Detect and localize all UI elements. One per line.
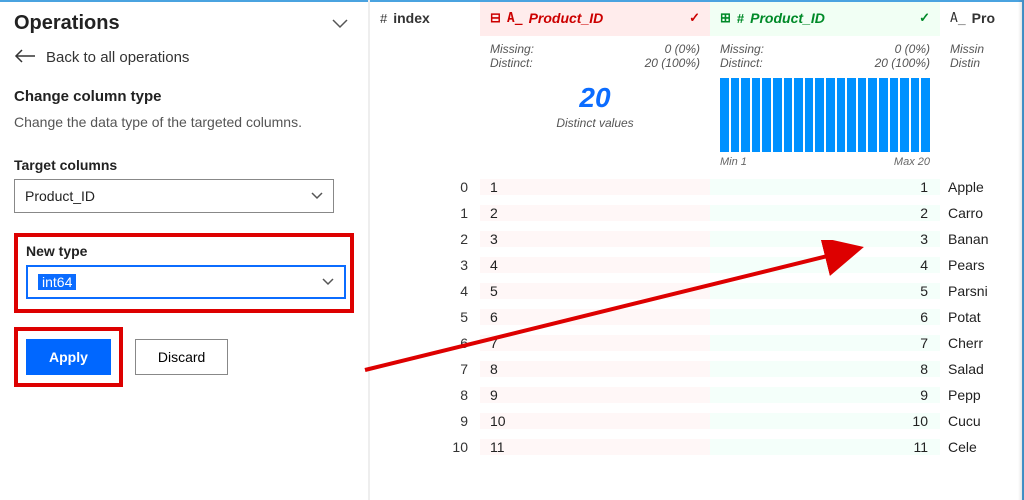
minus-box-icon: ⊟: [490, 10, 501, 26]
cell-index: 7: [370, 361, 480, 377]
cell-old: 4: [480, 257, 710, 273]
numeric-type-icon: #: [737, 11, 744, 26]
column-header-new[interactable]: ⊞ # Product_ID ✓: [710, 0, 940, 36]
stats-old-column: Missing:0 (0%) Distinct:20 (100%) 20 Dis…: [480, 36, 710, 174]
collapse-chevron-icon[interactable]: [330, 14, 350, 34]
cell-product: Apple: [940, 179, 1020, 195]
cell-product: Pepp: [940, 387, 1020, 403]
section-desc: Change the data type of the targeted col…: [14, 113, 350, 133]
discard-button[interactable]: Discard: [135, 339, 228, 375]
new-type-value: int64: [38, 274, 76, 290]
column-header-old[interactable]: ⊟ A̲ Product_ID ✓: [480, 0, 710, 36]
cell-product: Banan: [940, 231, 1020, 247]
text-type-icon: A̲: [950, 11, 966, 26]
cell-old: 10: [480, 413, 710, 429]
cell-old: 9: [480, 387, 710, 403]
highlight-apply: Apply: [14, 327, 123, 387]
table-row[interactable]: 899Pepp: [370, 382, 1024, 408]
table-row[interactable]: 122Carro: [370, 200, 1024, 226]
target-columns-label: Target columns: [14, 157, 350, 173]
cell-index: 10: [370, 439, 480, 455]
table-row[interactable]: 91010Cucu: [370, 408, 1024, 434]
operations-panel: Operations Back to all operations Change…: [0, 0, 370, 500]
cell-new: 7: [710, 335, 940, 351]
cell-product: Potat: [940, 309, 1020, 325]
cell-new: 4: [710, 257, 940, 273]
cell-old: 6: [480, 309, 710, 325]
column-header-label: Pro: [972, 10, 995, 26]
back-arrow-icon: [14, 49, 36, 66]
cell-new: 9: [710, 387, 940, 403]
numeric-type-icon: #: [380, 11, 387, 26]
table-row[interactable]: 455Parsni: [370, 278, 1024, 304]
cell-new: 11: [710, 439, 940, 455]
panel-title: Operations: [14, 12, 120, 35]
column-header-index[interactable]: # index: [370, 10, 480, 26]
cell-product: Pears: [940, 257, 1020, 273]
new-type-label: New type: [26, 243, 342, 259]
cell-new: 5: [710, 283, 940, 299]
back-link[interactable]: Back to all operations: [14, 49, 350, 66]
table-row[interactable]: 566Potat: [370, 304, 1024, 330]
new-type-select[interactable]: int64: [26, 265, 346, 299]
cell-index: 5: [370, 309, 480, 325]
cell-index: 4: [370, 283, 480, 299]
highlight-new-type: New type int64: [14, 233, 354, 313]
cell-old: 2: [480, 205, 710, 221]
cell-old: 8: [480, 361, 710, 377]
cell-old: 7: [480, 335, 710, 351]
check-icon: ✓: [919, 10, 930, 26]
check-icon: ✓: [689, 10, 700, 26]
column-header-label: Product_ID: [750, 10, 825, 26]
plus-box-icon: ⊞: [720, 10, 731, 26]
target-columns-value: Product_ID: [25, 188, 95, 204]
target-columns-select[interactable]: Product_ID: [14, 179, 334, 213]
cell-new: 3: [710, 231, 940, 247]
cell-index: 0: [370, 179, 480, 195]
cell-product: Cherr: [940, 335, 1020, 351]
stats-new-column: Missing:0 (0%) Distinct:20 (100%) Min 1M…: [710, 36, 940, 174]
table-row[interactable]: 677Cherr: [370, 330, 1024, 356]
cell-index: 9: [370, 413, 480, 429]
cell-index: 1: [370, 205, 480, 221]
distribution-histogram: [720, 78, 930, 152]
table-row[interactable]: 101111Cele: [370, 434, 1024, 460]
cell-old: 3: [480, 231, 710, 247]
cell-new: 6: [710, 309, 940, 325]
cell-product: Cucu: [940, 413, 1020, 429]
data-grid: # index ⊟ A̲ Product_ID ✓ ⊞ # Product_ID…: [370, 0, 1024, 500]
cell-index: 6: [370, 335, 480, 351]
cell-index: 3: [370, 257, 480, 273]
cell-index: 2: [370, 231, 480, 247]
table-row[interactable]: 233Banan: [370, 226, 1024, 252]
cell-new: 8: [710, 361, 940, 377]
cell-new: 10: [710, 413, 940, 429]
back-label: Back to all operations: [46, 49, 189, 66]
cell-product: Carro: [940, 205, 1020, 221]
cell-old: 5: [480, 283, 710, 299]
table-row[interactable]: 344Pears: [370, 252, 1024, 278]
cell-old: 11: [480, 439, 710, 455]
cell-product: Parsni: [940, 283, 1020, 299]
column-header-label: index: [393, 10, 430, 26]
distinct-label: Distinct values: [490, 116, 700, 130]
text-type-icon: A̲: [507, 11, 523, 26]
column-header-product[interactable]: A̲ Pro: [940, 10, 1020, 26]
distinct-count: 20: [490, 82, 700, 114]
section-title: Change column type: [14, 88, 350, 105]
cell-index: 8: [370, 387, 480, 403]
chevron-down-icon: [322, 274, 334, 289]
chevron-down-icon: [311, 188, 323, 203]
cell-new: 1: [710, 179, 940, 195]
table-row[interactable]: 788Salad: [370, 356, 1024, 382]
cell-new: 2: [710, 205, 940, 221]
table-row[interactable]: 011Apple: [370, 174, 1024, 200]
data-rows: 011Apple122Carro233Banan344Pears455Parsn…: [370, 174, 1024, 500]
column-header-label: Product_ID: [529, 10, 604, 26]
cell-old: 1: [480, 179, 710, 195]
stats-last-column: Missin Distin: [940, 36, 1020, 174]
cell-product: Salad: [940, 361, 1020, 377]
cell-product: Cele: [940, 439, 1020, 455]
apply-button[interactable]: Apply: [26, 339, 111, 375]
